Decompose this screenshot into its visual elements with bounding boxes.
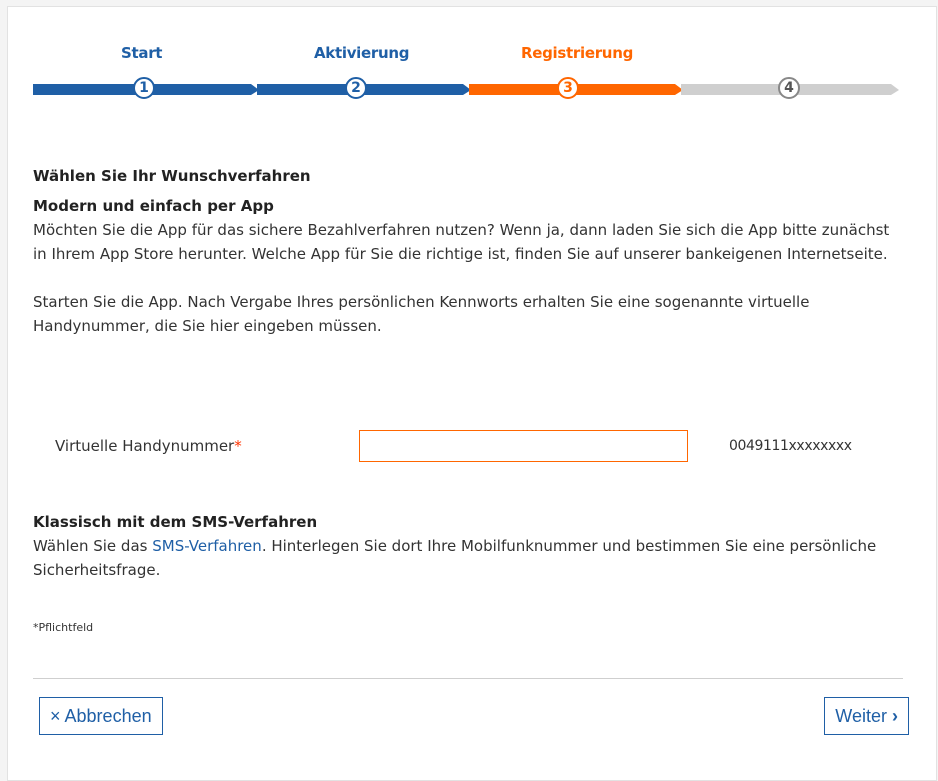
sms-section-title: Klassisch mit dem SMS-Verfahren <box>33 513 318 531</box>
step-2-label: Aktivierung <box>314 44 410 62</box>
close-icon: × <box>50 706 61 726</box>
sms-section: Klassisch mit dem SMS-Verfahren Wählen S… <box>33 510 903 582</box>
progress-stepper: Start Aktivierung Registrierung 1 2 3 4 <box>33 40 903 110</box>
app-description: Möchten Sie die App für das sichere Beza… <box>33 221 890 263</box>
required-field-note: *Pflichtfeld <box>33 621 94 634</box>
step-1-circle: 1 <box>133 77 155 99</box>
cancel-button[interactable]: × Abbrechen <box>39 697 163 735</box>
virtual-phone-label: Virtuelle Handynummer* <box>55 437 242 455</box>
virtual-phone-input[interactable] <box>359 430 688 462</box>
step-3-circle: 3 <box>557 77 579 99</box>
main-content: Wählen Sie Ihr Wunschverfahren Modern un… <box>33 164 903 338</box>
sms-description: Wählen Sie das SMS-Verfahren. Hinterlege… <box>33 537 877 579</box>
step-2-circle: 2 <box>345 77 367 99</box>
sms-procedure-link[interactable]: SMS-Verfahren <box>152 537 262 555</box>
footer-divider <box>33 678 903 679</box>
step-4-circle: 4 <box>778 77 800 99</box>
chevron-right-icon: › <box>892 706 898 726</box>
page-heading: Wählen Sie Ihr Wunschverfahren <box>33 167 311 185</box>
app-section-title: Modern und einfach per App <box>33 197 274 215</box>
step-1-label: Start <box>121 44 163 62</box>
step-4-chevron <box>891 84 899 95</box>
registration-card <box>7 6 937 781</box>
next-button[interactable]: Weiter › <box>824 697 909 735</box>
phone-format-hint: 0049111xxxxxxxx <box>729 438 852 454</box>
required-mark: * <box>234 437 242 455</box>
virtual-phone-row: Virtuelle Handynummer* 0049111xxxxxxxx <box>33 430 903 470</box>
step-3-label: Registrierung <box>521 44 634 62</box>
app-instructions: Starten Sie die App. Nach Vergabe Ihres … <box>33 293 810 335</box>
